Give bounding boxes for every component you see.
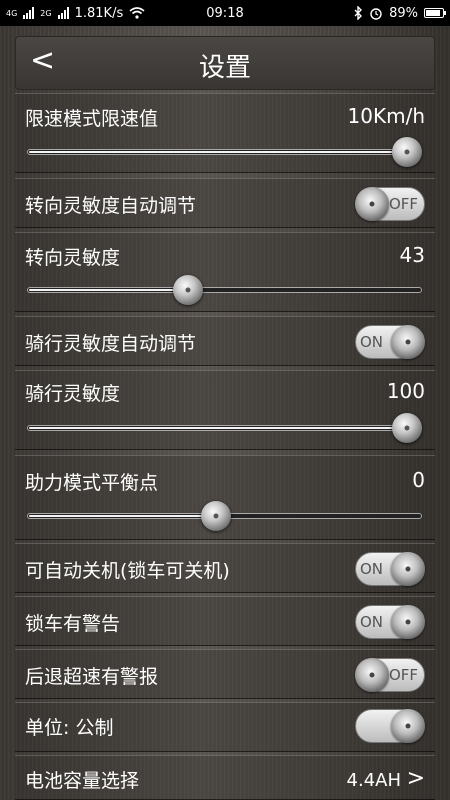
chevron-right-icon: > (406, 766, 425, 791)
speed-limit-slider[interactable] (27, 137, 422, 167)
page-title: 设置 (198, 53, 251, 83)
lock-warning-label: 锁车有警告 (25, 613, 121, 635)
riding-sensitivity-label: 骑行灵敏度 (25, 383, 121, 405)
battery-capacity-row[interactable]: 电池容量选择 4.4AH > (15, 755, 435, 800)
riding-sensitivity-slider[interactable] (27, 413, 422, 443)
toggle-state: OFF (388, 666, 418, 684)
steering-auto-toggle[interactable]: OFF (355, 187, 425, 221)
slider-fill (29, 427, 419, 429)
slider-knob[interactable] (392, 137, 422, 167)
signal-icon (57, 7, 69, 19)
wifi-icon (129, 7, 145, 19)
steering-sensitivity-row: 转向灵敏度 43 (15, 232, 435, 312)
steering-auto-row: 转向灵敏度自动调节 OFF (15, 178, 435, 228)
network-type-1: 4G (6, 8, 18, 18)
bluetooth-icon (354, 6, 363, 20)
slider-fill (29, 515, 216, 517)
status-right: 89% (353, 5, 446, 21)
status-bar: 4G 2G 1.81K/s 09:18 89% (0, 0, 450, 26)
network-speed: 1.81K/s (74, 5, 124, 21)
riding-auto-toggle[interactable]: ON (355, 325, 425, 359)
toggle-state: ON (360, 560, 384, 578)
header-bar: < 设置 (15, 36, 435, 90)
auto-shutdown-toggle[interactable]: ON (355, 552, 425, 586)
unit-row: 单位: 公制 (15, 702, 435, 752)
assist-balance-label: 助力模式平衡点 (25, 472, 159, 494)
slider-fill (29, 289, 188, 291)
steering-sensitivity-value: 43 (399, 243, 425, 267)
toggle-knob (355, 187, 389, 221)
battery-capacity-value: 4.4AH (346, 770, 401, 791)
slider-fill (29, 151, 419, 153)
speed-limit-value: 10Km/h (347, 104, 425, 128)
toggle-knob (391, 552, 425, 586)
riding-auto-row: 骑行灵敏度自动调节 ON (15, 316, 435, 366)
alarm-icon (370, 8, 382, 20)
toggle-state: ON (360, 333, 384, 351)
unit-label: 单位: 公制 (25, 717, 114, 739)
steering-sensitivity-slider[interactable] (27, 275, 422, 305)
reverse-overspeed-label: 后退超速有警报 (25, 666, 159, 688)
battery-percent: 89% (389, 5, 418, 21)
lock-warning-toggle[interactable]: ON (355, 605, 425, 639)
slider-knob[interactable] (392, 413, 422, 443)
battery-capacity-label: 电池容量选择 (25, 770, 140, 792)
auto-shutdown-label: 可自动关机(锁车可关机) (25, 560, 230, 582)
assist-balance-row: 助力模式平衡点 0 (15, 455, 435, 540)
slider-knob[interactable] (173, 275, 203, 305)
steering-sensitivity-label: 转向灵敏度 (25, 247, 121, 269)
reverse-overspeed-row: 后退超速有警报 OFF (15, 649, 435, 699)
network-type-2: 2G (40, 8, 52, 18)
riding-sensitivity-row: 骑行灵敏度 100 (15, 370, 435, 450)
toggle-knob (391, 605, 425, 639)
assist-balance-value: 0 (412, 468, 425, 492)
toggle-state: ON (360, 613, 384, 631)
toggle-knob (355, 658, 389, 692)
speed-limit-label: 限速模式限速值 (25, 108, 159, 130)
battery-icon (424, 8, 446, 18)
toggle-knob (391, 709, 425, 743)
toggle-state: OFF (388, 195, 418, 213)
unit-toggle[interactable] (355, 709, 425, 743)
lock-warning-row: 锁车有警告 ON (15, 596, 435, 646)
slider-knob[interactable] (201, 501, 231, 531)
riding-auto-label: 骑行灵敏度自动调节 (25, 333, 197, 355)
speed-limit-row: 限速模式限速值 10Km/h (15, 93, 435, 173)
reverse-overspeed-toggle[interactable]: OFF (355, 658, 425, 692)
toggle-knob (391, 325, 425, 359)
riding-sensitivity-value: 100 (386, 379, 425, 403)
steering-auto-label: 转向灵敏度自动调节 (25, 195, 197, 217)
assist-balance-slider[interactable] (27, 501, 422, 531)
signal-icon (23, 7, 35, 19)
auto-shutdown-row: 可自动关机(锁车可关机) ON (15, 543, 435, 593)
status-left: 4G 2G 1.81K/s (6, 6, 145, 21)
